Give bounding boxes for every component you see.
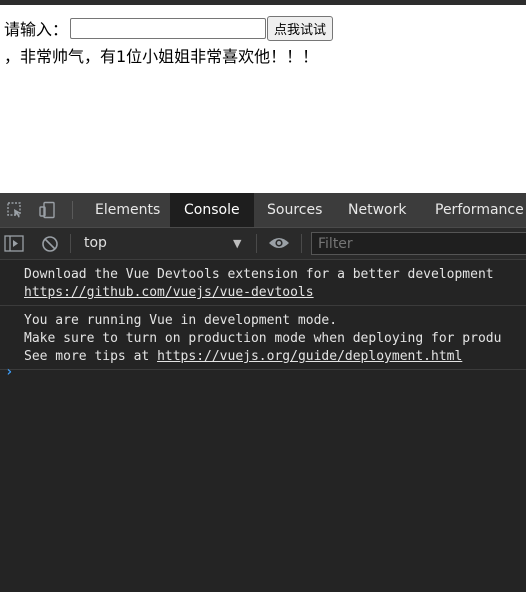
toolbar-separator	[72, 201, 73, 219]
chevron-down-icon[interactable]: ▼	[233, 228, 241, 259]
devtools-panel: Elements Console Sources Network Perform…	[0, 193, 526, 592]
message-link[interactable]: https://github.com/vuejs/vue-devtools	[24, 285, 314, 300]
filter-separator	[70, 234, 71, 253]
input-label: 请输入：	[4, 20, 69, 39]
device-toolbar-icon[interactable]	[38, 201, 56, 219]
devtools-tabbar: Elements Console Sources Network Perform…	[0, 193, 526, 228]
console-prompt[interactable]: ›	[5, 364, 13, 380]
try-button[interactable]: 点我试试	[267, 15, 334, 41]
text-input[interactable]	[70, 17, 267, 39]
message-text: See more tips at	[24, 349, 158, 364]
eye-icon[interactable]	[268, 235, 290, 251]
page-content: 请输入： 点我试试 ，非常帅气，有1位小姐姐非常喜欢他！！！	[0, 5, 526, 193]
console-filter-bar: top ▼	[0, 228, 526, 260]
output-message: ，非常帅气，有1位小姐姐非常喜欢他！！！	[4, 47, 319, 66]
tab-sources[interactable]: Sources	[253, 193, 336, 227]
tab-performance[interactable]: Performance	[421, 193, 526, 227]
message-text: You are running Vue in development mode.	[24, 313, 338, 328]
console-message: Download the Vue Devtools extension for …	[0, 260, 526, 306]
tab-network[interactable]: Network	[334, 193, 420, 227]
tab-console[interactable]: Console	[170, 193, 254, 227]
inspect-element-icon[interactable]	[6, 201, 24, 219]
context-selector[interactable]: top	[84, 228, 107, 259]
filter-separator	[301, 234, 302, 253]
message-text: Make sure to turn on production mode whe…	[24, 331, 502, 346]
message-text: Download the Vue Devtools extension for …	[24, 267, 494, 282]
tab-elements[interactable]: Elements	[81, 193, 174, 227]
sidebar-toggle-icon[interactable]	[4, 235, 24, 252]
console-message: You are running Vue in development mode.…	[0, 306, 526, 370]
filter-separator	[256, 234, 257, 253]
filter-input[interactable]	[311, 232, 526, 255]
message-link[interactable]: https://vuejs.org/guide/deployment.html	[157, 349, 462, 364]
clear-console-icon[interactable]	[41, 235, 59, 253]
console-output: Download the Vue Devtools extension for …	[0, 260, 526, 592]
input-row: 请输入： 点我试试	[4, 15, 334, 41]
